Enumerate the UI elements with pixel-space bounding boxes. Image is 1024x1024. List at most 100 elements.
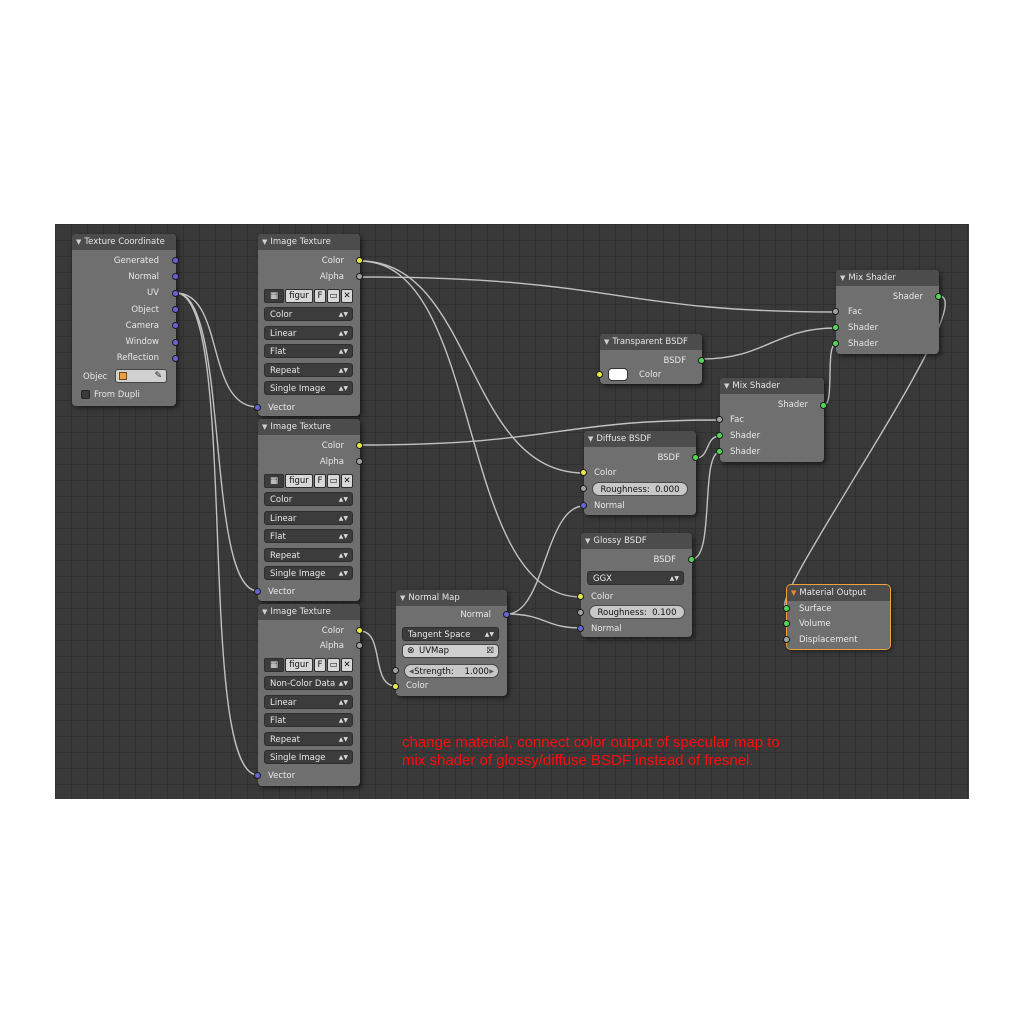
input-normal-socket[interactable] xyxy=(580,502,587,509)
input-vector-socket[interactable] xyxy=(254,588,261,595)
color-swatch[interactable] xyxy=(608,368,628,381)
unlink-image-icon[interactable]: ✕ xyxy=(341,474,353,488)
color-space-dropdown[interactable]: Color ▲▼ xyxy=(264,492,353,506)
interpolation-dropdown[interactable]: Linear ▲▼ xyxy=(264,511,353,525)
input-roughness-socket[interactable] xyxy=(580,485,587,492)
collapse-arrow-icon[interactable]: ▼ xyxy=(588,435,593,443)
output-bsdf-socket[interactable] xyxy=(688,556,695,563)
output-uv-socket[interactable] xyxy=(172,290,179,297)
output-alpha-socket[interactable] xyxy=(356,458,363,465)
collapse-arrow-icon[interactable]: ▼ xyxy=(262,238,267,246)
output-object-socket[interactable] xyxy=(172,306,179,313)
extension-dropdown[interactable]: Repeat ▲▼ xyxy=(264,732,353,746)
node-header[interactable]: ▼ Image Texture xyxy=(258,604,360,620)
image-selector[interactable]: ▦ figur F ▭ ✕ xyxy=(264,474,354,488)
output-generated-socket[interactable] xyxy=(172,257,179,264)
input-displacement-socket[interactable] xyxy=(783,636,790,643)
decrement-arrow-icon[interactable]: ◀ xyxy=(409,665,414,679)
output-alpha-socket[interactable] xyxy=(356,273,363,280)
image-texture-node-1[interactable]: ▼ Image Texture Color Alpha ▦ figur F ▭ ✕… xyxy=(254,234,363,416)
collapse-arrow-icon[interactable]: ▼ xyxy=(604,338,609,346)
image-name-field[interactable]: figur xyxy=(285,658,313,672)
projection-dropdown[interactable]: Flat ▲▼ xyxy=(264,529,353,543)
normal-map-node[interactable]: ▼ Normal Map Normal Tangent Space ▲▼ ⊗ UVM… xyxy=(392,590,510,696)
projection-dropdown[interactable]: Flat ▲▼ xyxy=(264,713,353,727)
input-shader-socket-2[interactable] xyxy=(716,448,723,455)
output-reflection-socket[interactable] xyxy=(172,355,179,362)
output-color-socket[interactable] xyxy=(356,257,363,264)
node-editor[interactable]: ▼ Texture Coordinate Generated Normal UV … xyxy=(55,224,969,799)
extension-dropdown[interactable]: Repeat ▲▼ xyxy=(264,363,353,377)
collapse-arrow-icon[interactable]: ▼ xyxy=(840,274,845,282)
output-alpha-socket[interactable] xyxy=(356,642,363,649)
collapse-arrow-icon[interactable]: ▼ xyxy=(724,382,729,390)
image-name-field[interactable]: figur xyxy=(285,474,313,488)
node-header[interactable]: ▼ Transparent BSDF xyxy=(600,334,702,350)
eyedropper-icon[interactable]: ✎ xyxy=(154,370,162,382)
image-selector[interactable]: ▦ figur F ▭ ✕ xyxy=(264,289,354,303)
image-texture-node-2[interactable]: ▼ Image Texture Color Alpha ▦ figur F ▭ ✕… xyxy=(254,419,363,601)
node-header[interactable]: ▼ Diffuse BSDF xyxy=(584,431,696,447)
open-file-icon[interactable]: ▭ xyxy=(327,289,340,303)
distribution-dropdown[interactable]: GGX ▲▼ xyxy=(587,571,684,585)
node-header[interactable]: ▼ Mix Shader xyxy=(720,378,824,394)
glossy-bsdf-node[interactable]: ▼ Glossy BSDF BSDF GGX ▲▼ Color Roughness:… xyxy=(577,533,695,637)
strength-slider[interactable]: ◀ Strength: 1.000 ▶ xyxy=(404,664,499,678)
object-field[interactable]: ✎ xyxy=(115,369,167,383)
image-texture-node-3[interactable]: ▼ Image Texture Color Alpha ▦ figur F ▭ ✕… xyxy=(254,604,363,786)
color-space-dropdown[interactable]: Non-Color Data ▲▼ xyxy=(264,676,353,690)
unlink-image-icon[interactable]: ✕ xyxy=(341,289,353,303)
diffuse-bsdf-node[interactable]: ▼ Diffuse BSDF BSDF Color Roughness: 0.00… xyxy=(580,431,699,515)
input-strength-socket[interactable] xyxy=(392,667,399,674)
collapse-arrow-icon[interactable]: ▼ xyxy=(76,238,81,246)
node-header[interactable]: ▼ Image Texture xyxy=(258,419,360,435)
output-color-socket[interactable] xyxy=(356,442,363,449)
output-normal-socket[interactable] xyxy=(172,273,179,280)
source-dropdown[interactable]: Single Image ▲▼ xyxy=(264,381,353,395)
fake-user-button[interactable]: F xyxy=(314,658,326,672)
input-fac-socket[interactable] xyxy=(832,308,839,315)
roughness-slider[interactable]: Roughness: 0.000 xyxy=(592,482,688,496)
collapse-arrow-icon[interactable]: ▼ xyxy=(585,537,590,545)
input-color-socket[interactable] xyxy=(596,371,603,378)
increment-arrow-icon[interactable]: ▶ xyxy=(489,665,494,679)
collapse-arrow-icon[interactable]: ▼ xyxy=(262,423,267,431)
input-shader-socket-1[interactable] xyxy=(716,432,723,439)
material-output-node[interactable]: ▼ Material Output Surface Volume Displace… xyxy=(783,584,891,650)
texture-coordinate-node[interactable]: ▼ Texture Coordinate Generated Normal UV … xyxy=(72,234,179,406)
image-browse-icon[interactable]: ▦ xyxy=(264,289,284,303)
clear-icon[interactable]: ☒ xyxy=(486,645,494,657)
from-dupli-checkbox[interactable] xyxy=(81,390,90,399)
input-color-socket[interactable] xyxy=(580,469,587,476)
input-fac-socket[interactable] xyxy=(716,416,723,423)
collapse-arrow-icon[interactable]: ▼ xyxy=(262,608,267,616)
collapse-arrow-icon[interactable]: ▼ xyxy=(791,589,796,597)
input-shader-socket-2[interactable] xyxy=(832,340,839,347)
output-window-socket[interactable] xyxy=(172,339,179,346)
input-shader-socket-1[interactable] xyxy=(832,324,839,331)
source-dropdown[interactable]: Single Image ▲▼ xyxy=(264,566,353,580)
input-color-socket[interactable] xyxy=(577,593,584,600)
input-normal-socket[interactable] xyxy=(577,625,584,632)
node-header[interactable]: ▼ Texture Coordinate xyxy=(72,234,176,250)
output-shader-socket[interactable] xyxy=(820,402,827,409)
open-file-icon[interactable]: ▭ xyxy=(327,474,340,488)
extension-dropdown[interactable]: Repeat ▲▼ xyxy=(264,548,353,562)
input-surface-socket[interactable] xyxy=(783,605,790,612)
image-browse-icon[interactable]: ▦ xyxy=(264,658,284,672)
transparent-bsdf-node[interactable]: ▼ Transparent BSDF BSDF Color xyxy=(596,334,705,384)
interpolation-dropdown[interactable]: Linear ▲▼ xyxy=(264,326,353,340)
node-header[interactable]: ▼ Mix Shader xyxy=(836,270,939,286)
node-header[interactable]: ▼ Material Output xyxy=(787,585,890,601)
image-browse-icon[interactable]: ▦ xyxy=(264,474,284,488)
input-vector-socket[interactable] xyxy=(254,404,261,411)
node-header[interactable]: ▼ Glossy BSDF xyxy=(581,533,692,549)
roughness-slider[interactable]: Roughness: 0.100 xyxy=(589,605,685,619)
mix-shader-node-1[interactable]: ▼ Mix Shader Shader Fac Shader Shader xyxy=(832,270,942,354)
interpolation-dropdown[interactable]: Linear ▲▼ xyxy=(264,695,353,709)
uv-map-field[interactable]: ⊗ UVMap ☒ xyxy=(402,644,499,658)
output-bsdf-socket[interactable] xyxy=(698,357,705,364)
source-dropdown[interactable]: Single Image ▲▼ xyxy=(264,750,353,764)
input-roughness-socket[interactable] xyxy=(577,609,584,616)
input-vector-socket[interactable] xyxy=(254,772,261,779)
